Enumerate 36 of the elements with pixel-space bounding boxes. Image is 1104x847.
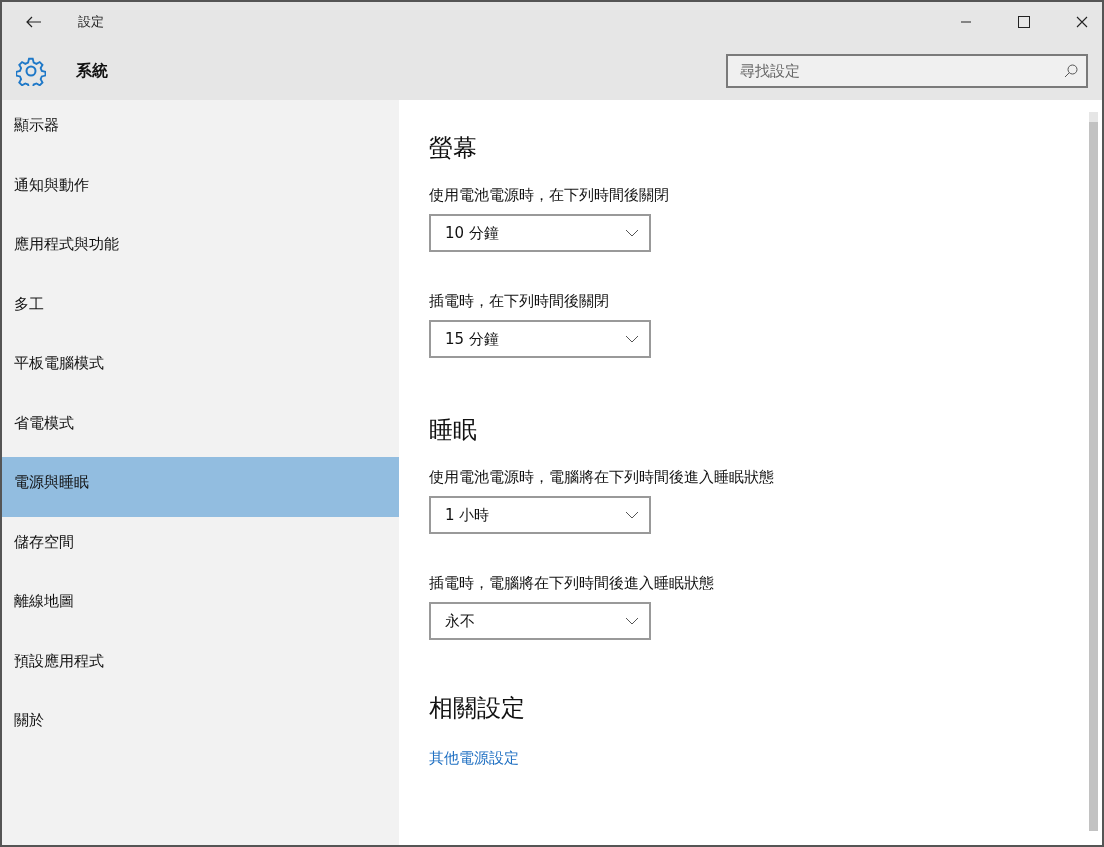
chevron-down-icon [625, 335, 639, 343]
sidebar-item[interactable]: 應用程式與功能 [2, 219, 399, 279]
section-heading: 相關設定 [429, 693, 525, 724]
dropdown[interactable]: 15 分鐘 [429, 320, 651, 358]
window-title: 設定 [78, 13, 104, 31]
chevron-down-icon [625, 229, 639, 237]
settings-icon [16, 56, 46, 86]
sidebar-item[interactable]: 儲存空間 [2, 516, 399, 576]
sidebar-item[interactable]: 預設應用程式 [2, 635, 399, 695]
section-heading: 螢幕 [429, 133, 477, 164]
section-heading: 睡眠 [429, 415, 477, 446]
sidebar-item[interactable]: 電源與睡眠 [2, 457, 399, 517]
close-icon[interactable] [1076, 16, 1088, 28]
setting-label: 使用電池電源時，電腦將在下列時間後進入睡眠狀態 [429, 468, 774, 487]
sidebar-item[interactable]: 平板電腦模式 [2, 338, 399, 398]
chevron-down-icon [625, 511, 639, 519]
dropdown[interactable]: 永不 [429, 602, 651, 640]
search-icon[interactable] [1064, 64, 1078, 78]
scrollbar[interactable] [1089, 112, 1098, 831]
sidebar-item[interactable]: 關於 [2, 695, 399, 755]
setting-label: 插電時，電腦將在下列時間後進入睡眠狀態 [429, 574, 714, 593]
setting-label: 插電時，在下列時間後關閉 [429, 292, 609, 311]
dropdown[interactable]: 10 分鐘 [429, 214, 651, 252]
sidebar-item[interactable]: 通知與動作 [2, 159, 399, 219]
sidebar-item[interactable]: 離線地圖 [2, 576, 399, 636]
sidebar-item[interactable]: 多工 [2, 278, 399, 338]
setting-label: 使用電池電源時，在下列時間後關閉 [429, 186, 669, 205]
power-settings-link[interactable]: 其他電源設定 [429, 749, 519, 767]
search-field[interactable]: 尋找設定 [726, 54, 1088, 88]
dropdown[interactable]: 1 小時 [429, 496, 651, 534]
back-arrow-icon[interactable] [26, 16, 42, 28]
sidebar-item[interactable]: 省電模式 [2, 397, 399, 457]
sidebar-item[interactable]: 顯示器 [2, 100, 399, 160]
chevron-down-icon [625, 617, 639, 625]
page-title: 系統 [76, 60, 108, 82]
maximize-icon[interactable] [1018, 16, 1030, 28]
